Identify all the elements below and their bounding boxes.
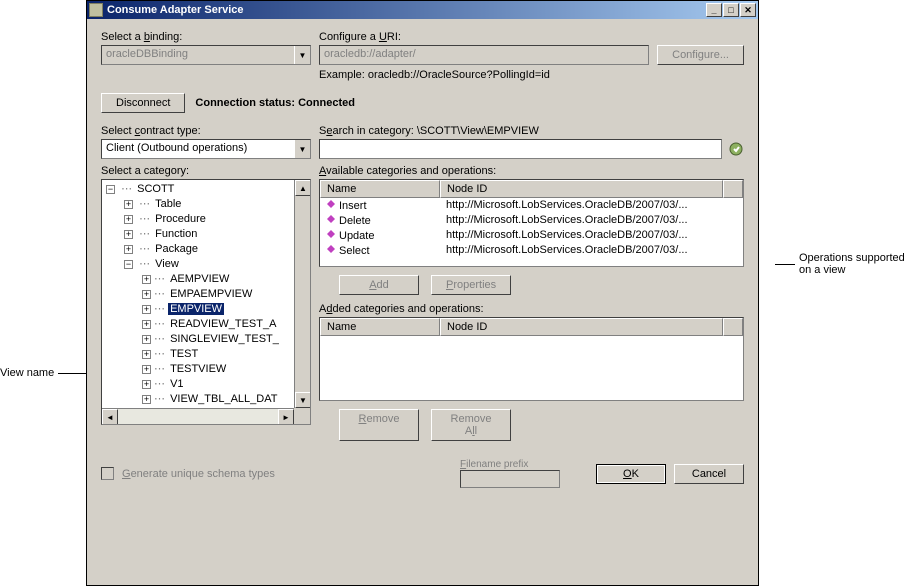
- scroll-left-icon[interactable]: ◄: [102, 409, 118, 425]
- binding-combo[interactable]: oracleDBBinding ▼: [101, 45, 311, 65]
- tree-item-readview[interactable]: READVIEW_TEST_A: [168, 318, 278, 330]
- tree-toggle[interactable]: +: [142, 335, 151, 344]
- dialog-window: Consume Adapter Service _ □ ✕ Select a b…: [86, 0, 759, 586]
- status-text: Connection status: Connected: [195, 97, 355, 109]
- callout-right-text: Operations supported on a view: [799, 252, 909, 276]
- disconnect-button[interactable]: Disconnect: [101, 93, 185, 113]
- tree-item-v1[interactable]: V1: [168, 378, 185, 390]
- tree-toggle[interactable]: +: [142, 275, 151, 284]
- callout-ops: Operations supported on a view: [775, 252, 909, 276]
- tree-item-function[interactable]: Function: [153, 228, 199, 240]
- col-name[interactable]: Name: [320, 318, 440, 336]
- tree-toggle[interactable]: +: [142, 350, 151, 359]
- col-spacer: [723, 318, 743, 336]
- scroll-down-icon[interactable]: ▼: [295, 392, 311, 408]
- tree-item-package[interactable]: Package: [153, 243, 200, 255]
- added-list[interactable]: Name Node ID: [319, 317, 744, 401]
- contract-combo[interactable]: Client (Outbound operations) ▼: [101, 139, 311, 159]
- remove-all-button[interactable]: Remove All: [431, 409, 511, 441]
- close-button[interactable]: ✕: [740, 3, 756, 17]
- scrollbar-vertical[interactable]: ▲ ▼: [294, 180, 310, 408]
- uri-label: Configure a URI:: [319, 31, 744, 43]
- tree-item-view[interactable]: View: [153, 258, 181, 270]
- chevron-down-icon[interactable]: ▼: [294, 46, 310, 64]
- search-label: Search in category: \SCOTT\View\EMPVIEW: [319, 125, 744, 137]
- properties-button[interactable]: Properties: [431, 275, 511, 295]
- available-list[interactable]: Name Node ID Insert http://Microsoft.Lob…: [319, 179, 744, 267]
- tree-toggle[interactable]: +: [142, 365, 151, 374]
- filename-prefix-label: Filename prefix: [460, 459, 528, 470]
- scrollbar-horizontal[interactable]: ◄ ►: [102, 408, 294, 424]
- tree-item-table[interactable]: Table: [153, 198, 183, 210]
- search-input[interactable]: [319, 139, 722, 159]
- tree-item-empaempview[interactable]: EMPAEMPVIEW: [168, 288, 254, 300]
- window-icon: [89, 3, 103, 17]
- tree-item-singleview[interactable]: SINGLEVIEW_TEST_: [168, 333, 281, 345]
- tree-toggle[interactable]: −: [124, 260, 133, 269]
- tree-toggle[interactable]: +: [142, 320, 151, 329]
- col-name[interactable]: Name: [320, 180, 440, 198]
- configure-button[interactable]: Configure...: [657, 45, 744, 65]
- tree-item-empview[interactable]: EMPVIEW: [168, 303, 224, 315]
- search-go-icon[interactable]: [728, 141, 744, 157]
- minimize-button[interactable]: _: [706, 3, 722, 17]
- category-label: Select a category:: [101, 165, 311, 177]
- status-row: Disconnect Connection status: Connected: [101, 93, 744, 113]
- gen-unique-label: Generate unique schema types: [122, 468, 275, 480]
- tree-toggle[interactable]: −: [106, 185, 115, 194]
- remove-button[interactable]: Remove: [339, 409, 419, 441]
- tree-toggle[interactable]: +: [142, 395, 151, 404]
- chevron-down-icon[interactable]: ▼: [294, 140, 310, 158]
- gen-unique-checkbox[interactable]: [101, 467, 114, 480]
- available-label: Available categories and operations:: [319, 165, 744, 177]
- tree-item-scott[interactable]: SCOTT: [135, 183, 176, 195]
- added-label: Added categories and operations:: [319, 303, 744, 315]
- list-item[interactable]: Select http://Microsoft.LobServices.Orac…: [320, 243, 743, 258]
- uri-textbox[interactable]: oracledb://adapter/: [319, 45, 649, 65]
- tree-item-test[interactable]: TEST: [168, 348, 200, 360]
- tree-item-testview[interactable]: TESTVIEW: [168, 363, 228, 375]
- cancel-button[interactable]: Cancel: [674, 464, 744, 484]
- col-nodeid[interactable]: Node ID: [440, 318, 723, 336]
- tree-toggle[interactable]: +: [142, 380, 151, 389]
- tree-item-procedure[interactable]: Procedure: [153, 213, 208, 225]
- binding-label: Select a binding:: [101, 31, 311, 43]
- operation-icon: [326, 229, 336, 239]
- operation-icon: [326, 214, 336, 224]
- col-spacer: [723, 180, 743, 198]
- ok-button[interactable]: OK: [596, 464, 666, 484]
- window-title: Consume Adapter Service: [107, 4, 244, 16]
- uri-example: Example: oracledb://OracleSource?Polling…: [319, 69, 744, 81]
- tree-toggle[interactable]: +: [142, 290, 151, 299]
- callout-left-text: View name: [0, 367, 54, 379]
- list-item[interactable]: Delete http://Microsoft.LobServices.Orac…: [320, 213, 743, 228]
- operation-icon: [326, 244, 336, 254]
- binding-combo-text: oracleDBBinding: [102, 46, 294, 64]
- maximize-button[interactable]: □: [723, 3, 739, 17]
- tree-toggle[interactable]: +: [124, 215, 133, 224]
- contract-label: Select contract type:: [101, 125, 311, 137]
- tree-toggle[interactable]: +: [124, 200, 133, 209]
- tree-item-viewtblall[interactable]: VIEW_TBL_ALL_DAT: [168, 393, 279, 405]
- col-nodeid[interactable]: Node ID: [440, 180, 723, 198]
- category-tree[interactable]: − ⋯ SCOTT + ⋯ Table + ⋯ Procedure: [101, 179, 311, 425]
- scroll-up-icon[interactable]: ▲: [295, 180, 311, 196]
- tree-toggle[interactable]: +: [124, 245, 133, 254]
- filename-prefix-input[interactable]: [460, 470, 560, 488]
- list-item[interactable]: Update http://Microsoft.LobServices.Orac…: [320, 228, 743, 243]
- list-item[interactable]: Insert http://Microsoft.LobServices.Orac…: [320, 198, 743, 213]
- tree-item-aempview[interactable]: AEMPVIEW: [168, 273, 231, 285]
- contract-combo-text: Client (Outbound operations): [102, 140, 294, 158]
- operation-icon: [326, 199, 336, 209]
- scroll-right-icon[interactable]: ►: [278, 409, 294, 425]
- tree-toggle[interactable]: +: [142, 305, 151, 314]
- tree-toggle[interactable]: +: [124, 230, 133, 239]
- callout-right-line: [775, 264, 795, 265]
- titlebar: Consume Adapter Service _ □ ✕: [87, 1, 758, 19]
- add-button[interactable]: Add: [339, 275, 419, 295]
